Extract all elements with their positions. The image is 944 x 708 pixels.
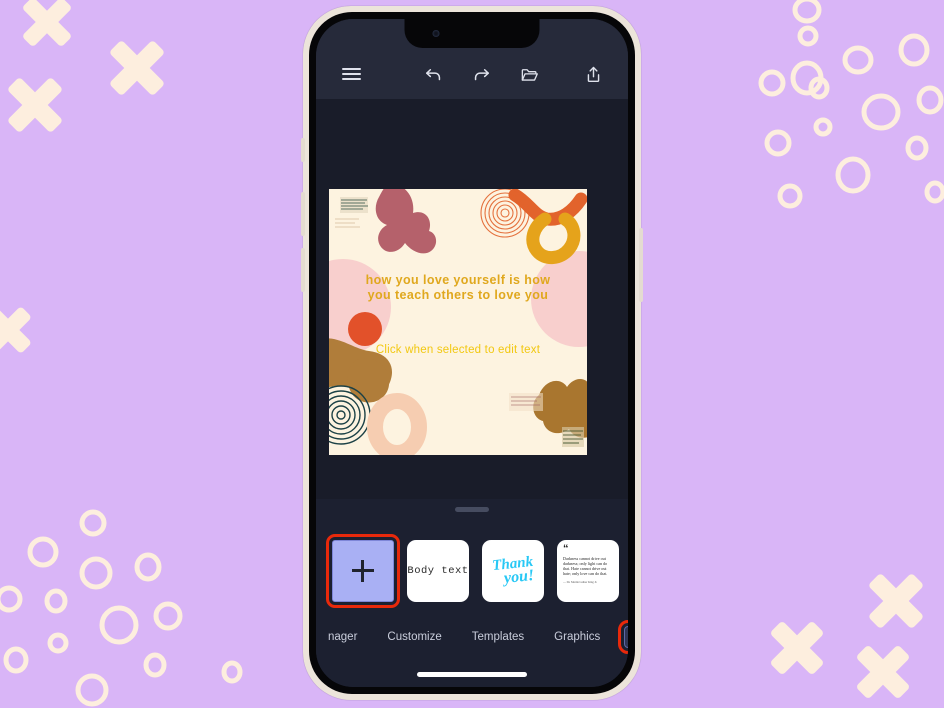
phone-device: how you love yourself is how you teach o… <box>301 6 643 700</box>
nav-item-text[interactable]: Text <box>618 620 628 654</box>
nav-item-customize[interactable]: Customize <box>381 627 447 647</box>
thank-you-line-2: you! <box>502 566 535 587</box>
nav-item-manager[interactable]: nager <box>322 627 363 647</box>
add-text-button[interactable] <box>326 533 400 608</box>
power-button[interactable] <box>639 228 643 302</box>
toolbar-center-group <box>418 61 544 87</box>
plus-icon <box>352 559 374 582</box>
editor-canvas-area[interactable]: how you love yourself is how you teach o… <box>316 99 628 499</box>
toolbar-left-group <box>336 61 366 87</box>
preset-body-text-label: Body text <box>407 564 469 577</box>
editor-bottom-nav: nager Customize Templates Graphics Text <box>316 619 628 655</box>
artboard-headline-text[interactable]: how you love yourself is how you teach o… <box>329 273 587 303</box>
toolbar-right-group <box>578 61 608 87</box>
nav-item-graphics[interactable]: Graphics <box>548 627 606 647</box>
front-camera <box>432 30 440 37</box>
phone-screen: how you love yourself is how you teach o… <box>316 19 628 687</box>
bottom-sheet-panel: Body text Thank you! “ Darkness cannot d… <box>316 499 628 687</box>
redo-icon[interactable] <box>466 61 496 87</box>
phone-notch <box>404 19 540 48</box>
folder-icon[interactable] <box>514 61 544 87</box>
preset-body-text[interactable]: Body text <box>407 539 469 602</box>
share-icon[interactable] <box>578 61 608 87</box>
volume-down-button[interactable] <box>301 248 305 292</box>
quote-body-text: Darkness cannot drive out darkness; only… <box>563 555 608 577</box>
volume-up-button[interactable] <box>301 192 305 236</box>
quote-attribution-text: — Dr. Martin Luther King Jr. <box>563 580 598 585</box>
nav-item-templates[interactable]: Templates <box>466 627 530 647</box>
home-indicator <box>417 672 527 677</box>
preset-thank-you[interactable]: Thank you! <box>482 539 544 602</box>
phone-bezel: how you love yourself is how you teach o… <box>309 12 635 694</box>
quote-mark-icon: “ <box>563 542 569 555</box>
hamburger-menu-icon[interactable] <box>336 61 366 87</box>
undo-icon[interactable] <box>418 61 448 87</box>
design-artboard[interactable]: how you love yourself is how you teach o… <box>329 189 587 455</box>
preset-thank-you-art: Thank you! <box>491 553 535 587</box>
artboard-decorations <box>329 189 587 455</box>
sheet-drag-handle[interactable] <box>455 507 489 512</box>
text-preset-carousel[interactable]: Body text Thank you! “ Darkness cannot d… <box>316 524 628 617</box>
screenshot-stage: how you love yourself is how you teach o… <box>0 0 944 708</box>
artboard-subtext[interactable]: Click when selected to edit text <box>329 344 587 356</box>
preset-quote-block[interactable]: “ Darkness cannot drive out darkness; on… <box>557 539 619 602</box>
mute-switch[interactable] <box>301 138 305 162</box>
